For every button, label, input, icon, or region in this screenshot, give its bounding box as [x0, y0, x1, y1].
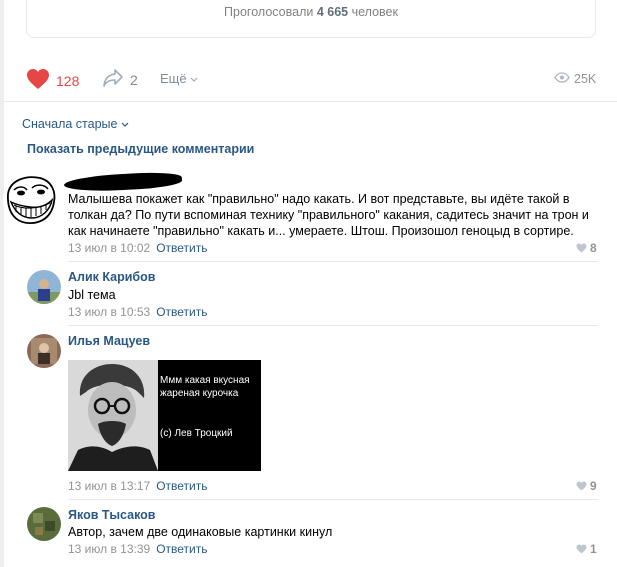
comment-date[interactable]: 13 июл в 10:53 — [68, 305, 150, 319]
avatar[interactable] — [27, 270, 61, 304]
small-heart-icon — [576, 544, 587, 554]
comment-text: Автор, зачем две одинаковые картинки кин… — [68, 525, 333, 539]
comment-meta: 13 июл в 10:53 Ответить — [68, 305, 208, 319]
comments-sort-dropdown[interactable]: Сначала старые — [22, 117, 129, 131]
comment-separator — [68, 325, 598, 326]
share-icon — [102, 68, 124, 91]
comment-author[interactable]: Яков Тысаков — [68, 508, 155, 522]
comment-like-button[interactable]: 1 — [576, 542, 597, 556]
avatar-photo — [27, 270, 61, 304]
reply-link[interactable]: Ответить — [156, 241, 207, 255]
divider — [4, 101, 617, 102]
comment-meta: 13 июл в 13:39 Ответить — [68, 542, 208, 556]
share-count: 2 — [130, 71, 138, 88]
show-previous-comments-link[interactable]: Показать предыдущие комментарии — [27, 142, 254, 156]
avatar[interactable] — [2, 172, 58, 228]
chevron-down-icon — [190, 71, 198, 86]
comment-date[interactable]: 13 июл в 13:17 — [68, 479, 150, 493]
comment-like-count: 9 — [590, 479, 597, 493]
reply-link[interactable]: Ответить — [156, 479, 207, 493]
like-button[interactable]: 128 — [26, 68, 79, 93]
comment-meta: 13 июл в 13:17 Ответить — [68, 479, 208, 493]
poll-votes-count: 4 665 — [316, 5, 349, 19]
comment-separator — [68, 499, 598, 500]
more-button[interactable]: Ещё — [160, 71, 198, 86]
poll-card: Проголосовали 4 665 человек — [26, 0, 596, 38]
views-counter: 25K — [554, 72, 596, 86]
trotsky-portrait — [68, 360, 158, 471]
image-signature: (с) Лев Троцкий — [160, 428, 233, 439]
comment-author[interactable]: Илья Мацуев — [68, 334, 150, 348]
comment-like-count: 8 — [590, 241, 597, 255]
comment-like-button[interactable]: 9 — [576, 479, 597, 493]
avatar[interactable] — [27, 334, 61, 368]
comment-date[interactable]: 13 июл в 10:02 — [68, 241, 150, 255]
avatar[interactable] — [27, 507, 61, 541]
comment-separator — [68, 261, 598, 262]
eye-icon — [554, 72, 570, 86]
small-heart-icon — [576, 243, 587, 253]
comment-like-count: 1 — [590, 542, 597, 556]
comment-image-trotsky[interactable]: Ммм какая вкусная жареная курочка (с) Ле… — [68, 360, 261, 471]
post-actions-bar: 128 2 Ещё 25K — [0, 62, 617, 98]
comment-date[interactable]: 13 июл в 13:39 — [68, 542, 150, 556]
comment-author[interactable]: Алик Карибов — [68, 270, 155, 284]
trollface-avatar-image — [3, 173, 57, 227]
redacted-author-name — [63, 170, 183, 194]
avatar-photo — [27, 334, 61, 368]
comment-text: Малышева покажет как "правильно" надо ка… — [68, 192, 589, 238]
views-count: 25K — [574, 72, 597, 86]
small-heart-icon — [576, 481, 587, 491]
comment-meta: 13 июл в 10:02 Ответить — [68, 241, 208, 255]
poll-votes-text: Проголосовали 4 665 человек — [224, 5, 398, 19]
heart-icon — [26, 68, 50, 93]
reply-link[interactable]: Ответить — [156, 305, 207, 319]
comment-like-button[interactable]: 8 — [576, 241, 597, 255]
reply-link[interactable]: Ответить — [156, 542, 207, 556]
chevron-down-icon — [121, 117, 129, 131]
share-button[interactable]: 2 — [102, 68, 138, 91]
image-caption: Ммм какая вкусная жареная курочка — [160, 375, 250, 399]
comment-text: Jbl тема — [68, 288, 116, 302]
avatar-photo — [27, 507, 61, 541]
like-count: 128 — [56, 72, 80, 89]
